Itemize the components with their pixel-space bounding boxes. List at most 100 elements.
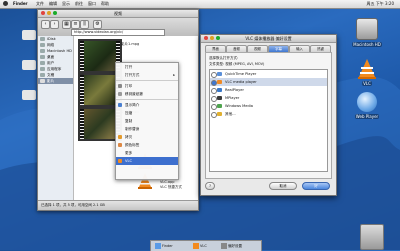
prefs-title: VLC 媒体播放器 偏好设置	[245, 36, 292, 41]
filmstrip-icon	[80, 109, 84, 139]
menu-separator	[116, 99, 178, 100]
view-icons-button[interactable]: ▦	[62, 20, 71, 29]
list-item[interactable]: Windows Media	[210, 102, 327, 110]
sidebar-item-label: iDisk	[47, 37, 56, 41]
network-icon	[40, 43, 45, 47]
list-item-label: RealPlayer	[225, 88, 244, 92]
file-name[interactable]: VLC.app	[160, 180, 175, 185]
dock-item-label: 偏好设置	[228, 244, 242, 248]
view-list-button[interactable]: ≡	[71, 20, 80, 29]
menubar-clock[interactable]: 周五 下午 3:20	[366, 1, 394, 7]
desktop-icon-label: Web Player	[354, 114, 380, 119]
list-item[interactable]: RealPlayer	[210, 86, 327, 94]
menu-item-open-with[interactable]: 打开方式 ▸	[116, 71, 178, 79]
menu-file[interactable]: 文件	[36, 1, 44, 7]
dock-item-finder[interactable]: Finder	[155, 242, 173, 250]
menu-item-label: 打开方式	[125, 73, 140, 77]
help-button[interactable]: ?	[205, 182, 215, 190]
list-item[interactable]: QuickTime Player	[210, 70, 327, 78]
menu-item-info[interactable]: 显示简介	[116, 101, 178, 109]
vlc-cone-icon	[217, 80, 222, 84]
vlc-cone-icon	[358, 59, 376, 79]
documents-icon	[40, 73, 45, 77]
realplayer-icon	[217, 88, 222, 92]
trash-icon[interactable]	[360, 224, 384, 250]
menu-item-compress[interactable]: 压缩	[116, 109, 178, 117]
vlc-cone-icon	[118, 159, 122, 163]
menu-window[interactable]: 窗口	[88, 1, 96, 7]
menu-item-label: VLC	[125, 159, 132, 163]
info-icon	[118, 103, 122, 107]
quicktime-icon	[217, 72, 222, 76]
list-item-label: Windows Media	[225, 104, 253, 108]
cancel-button[interactable]: 取消	[269, 182, 297, 190]
menu-help[interactable]: 帮助	[101, 1, 109, 7]
path-field[interactable]: http://www.videolan.org/vlc/	[71, 29, 165, 36]
back-button[interactable]: ‹	[41, 20, 50, 29]
menu-item-alias[interactable]: 制作替身	[116, 125, 178, 133]
menu-item-label: 颜色标签	[125, 143, 140, 147]
list-item[interactable]: VLC media player	[210, 78, 327, 86]
sidebar-item-label: 应用程序	[47, 67, 62, 71]
finder-icon	[155, 243, 161, 249]
list-item[interactable]: 其他...	[210, 110, 327, 118]
menu-item-label: 复制	[125, 119, 133, 123]
forward-button[interactable]: ›	[50, 20, 59, 29]
sidebar-item-label: Macintosh HD	[47, 49, 72, 53]
prefs-titlebar[interactable]: VLC 媒体播放器 偏好设置	[201, 35, 336, 43]
finder-status: 已选择 1 项，共 5 项，可用空间 2.1 GB	[38, 200, 198, 210]
app-list: QuickTime Player VLC media player RealPl…	[209, 69, 328, 172]
dock-item-prefs[interactable]: 偏好设置	[221, 242, 242, 250]
filmstrip-icon	[80, 41, 84, 71]
menu-item-copy[interactable]: 拷贝	[116, 133, 178, 141]
menu-item-label: 打开	[125, 65, 133, 69]
action-button[interactable]: ⚙	[93, 20, 102, 29]
desktop-icon-label: VLC	[362, 81, 372, 86]
color-label-icon	[118, 143, 122, 147]
menu-separator	[116, 80, 178, 81]
folder-icon	[217, 112, 222, 116]
hard-drive-icon	[356, 18, 378, 40]
menu-go[interactable]: 前往	[75, 1, 83, 7]
list-item-label: 其他...	[225, 112, 236, 116]
menu-edit[interactable]: 编辑	[49, 1, 57, 7]
menu-item-trash[interactable]: 移到废纸篓	[116, 90, 178, 98]
desktop-icon-label: Macintosh HD	[352, 42, 382, 47]
view-columns-button[interactable]: ⫼	[80, 20, 89, 29]
desktop-icon-partial[interactable]	[22, 30, 36, 40]
menu-bar: Finder 文件 编辑 显示 前往 窗口 帮助 周五 下午 3:20	[0, 0, 400, 9]
globe-icon	[357, 92, 377, 112]
sidebar-item-label: 影片	[47, 79, 55, 83]
menu-view[interactable]: 显示	[62, 1, 70, 7]
filmstrip-icon	[80, 75, 84, 105]
menu-item-label: 显示简介	[125, 103, 140, 107]
menu-item-print[interactable]: 打印	[116, 82, 178, 90]
finder-sidebar: iDisk 网络 Macintosh HD 桌面 用户 应用程序 文稿 影片	[38, 36, 74, 201]
prefs-window: VLC 媒体播放器 偏好设置 界面 音频 视频 字幕 输入 热键 选择默认打开方…	[200, 34, 337, 196]
movies-icon	[40, 79, 45, 83]
ok-button[interactable]: 好	[302, 182, 330, 190]
sidebar-item-label: 网络	[47, 43, 55, 47]
menu-item-vlc[interactable]: VLC	[116, 157, 178, 165]
sidebar-item-movies[interactable]: 影片	[38, 78, 73, 84]
menu-item-open[interactable]: 打开	[116, 63, 178, 71]
idisk-icon	[40, 37, 45, 41]
trash-icon	[118, 92, 122, 96]
file-name[interactable]: VLC 快捷方式	[160, 185, 182, 190]
menu-item-color-label[interactable]: 颜色标签	[116, 141, 178, 149]
menu-item-label: 拷贝	[125, 135, 133, 139]
menu-finder[interactable]: Finder	[13, 1, 28, 7]
desktop-icon-partial[interactable]	[22, 60, 36, 70]
finder-titlebar[interactable]: 视频	[38, 10, 198, 18]
menu-item-more[interactable]: 更多	[116, 149, 178, 157]
desktop-icon-webplayer[interactable]: Web Player	[352, 92, 382, 119]
list-item[interactable]: MPlayer	[210, 94, 327, 102]
desktop-icon-partial[interactable]	[22, 90, 36, 100]
dock-item-vlc[interactable]: VLC	[193, 242, 207, 250]
desktop-icon-hd[interactable]: Macintosh HD	[352, 18, 382, 47]
menu-item-duplicate[interactable]: 复制	[116, 117, 178, 125]
list-item-label: VLC media player	[225, 80, 257, 84]
desktop-icon-vlc[interactable]: VLC	[352, 58, 382, 86]
desktop-icon	[40, 55, 45, 59]
apple-icon[interactable]	[3, 1, 8, 6]
